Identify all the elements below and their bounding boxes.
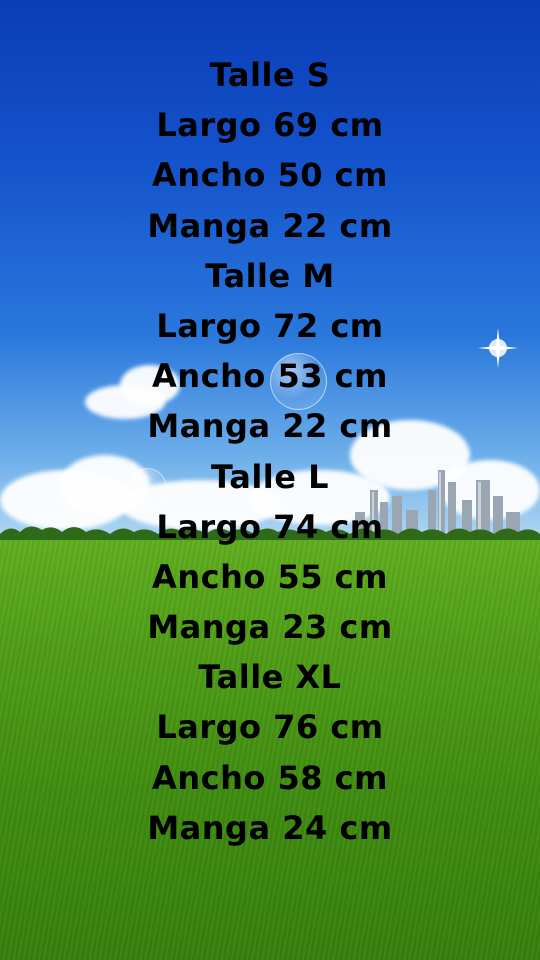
size-chart: Talle S Largo 69 cm Ancho 50 cm Manga 22…: [0, 50, 540, 853]
size-chart-line: Manga 24 cm: [147, 808, 393, 847]
size-chart-line: Manga 22 cm: [147, 206, 393, 245]
size-chart-line: Largo 74 cm: [156, 507, 384, 546]
size-chart-line: Manga 23 cm: [147, 608, 393, 647]
size-chart-line: Ancho 58 cm: [152, 758, 388, 797]
size-chart-line: Largo 76 cm: [156, 708, 384, 747]
size-chart-line: Talle M: [205, 256, 335, 295]
size-chart-line: Largo 69 cm: [156, 106, 384, 145]
size-chart-line: Ancho 55 cm: [152, 557, 388, 596]
size-chart-line: Talle XL: [198, 658, 342, 697]
size-chart-line: Manga 22 cm: [147, 407, 393, 446]
size-chart-line: Talle S: [209, 56, 331, 94]
size-chart-line: Talle L: [211, 457, 329, 496]
size-chart-line: Ancho 50 cm: [152, 156, 388, 195]
size-chart-line: Ancho 53 cm: [152, 357, 388, 396]
size-chart-line: Largo 72 cm: [156, 306, 384, 345]
